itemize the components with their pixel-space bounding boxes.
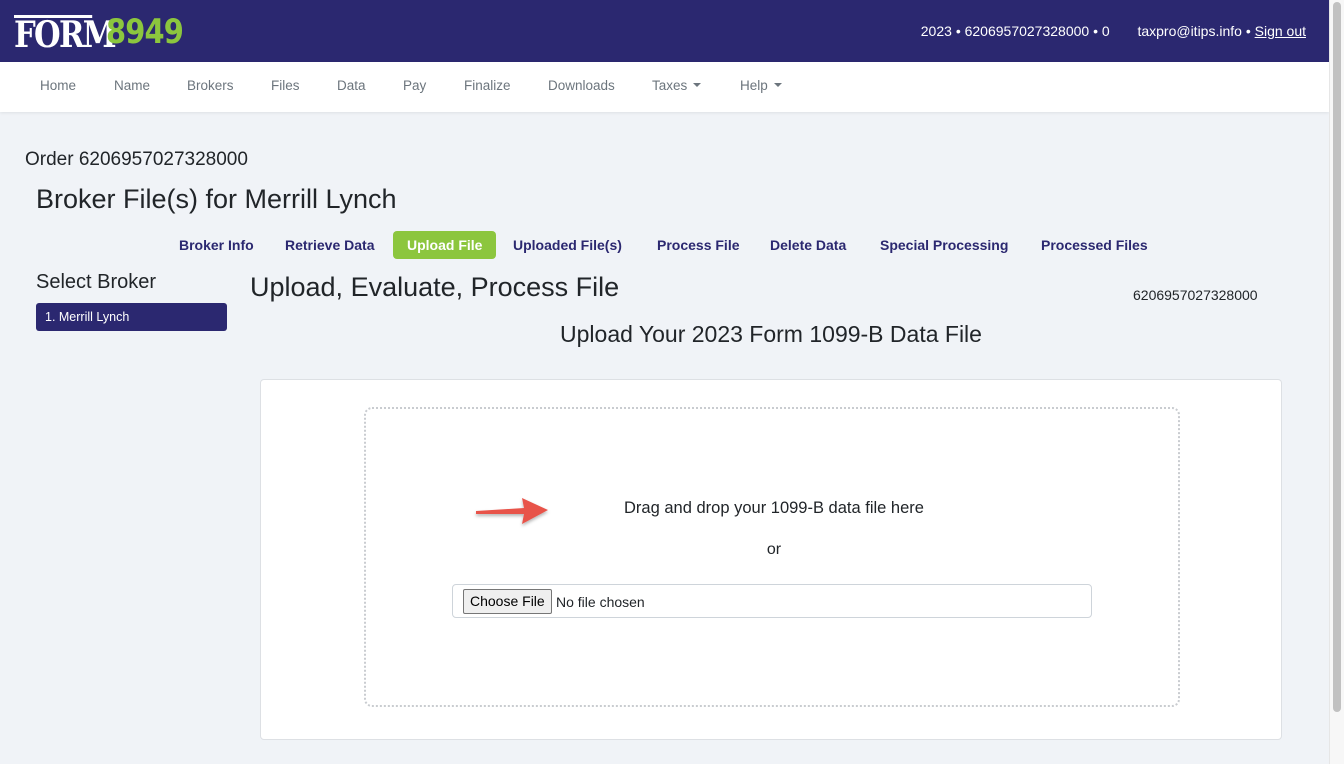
sign-out-link[interactable]: Sign out [1255,23,1306,39]
logo-word: FORM [14,14,117,56]
upload-heading: Upload Your 2023 Form 1099-B Data File [560,321,982,347]
nav-finalize[interactable]: Finalize [464,78,511,93]
nav-taxes-dropdown[interactable]: Taxes [652,78,702,93]
tab-uploaded-files[interactable]: Uploaded File(s) [499,231,636,259]
tab-process-file[interactable]: Process File [643,231,754,259]
nav-label: Name [114,78,151,93]
nav-label: Taxes [652,78,688,93]
separator: • [955,23,961,39]
nav-files[interactable]: Files [271,78,300,93]
tab-processed-files[interactable]: Processed Files [1027,231,1162,259]
upload-card: Drag and drop your 1099-B data file here… [260,379,1282,740]
nav-brokers[interactable]: Brokers [187,78,234,93]
nav-downloads[interactable]: Downloads [548,78,615,93]
nav-label: Home [40,78,77,93]
separator: • [1245,23,1251,39]
nav-pay[interactable]: Pay [403,78,426,93]
tax-year: 2023 [920,23,952,39]
nav-label: Pay [403,78,427,93]
choose-file-button[interactable]: Choose File [463,589,552,614]
account-info: 2023 • 6206957027328000 • 0 taxpro@itips… [921,23,1306,39]
caret-down-icon [773,83,782,87]
user-email: taxpro@itips.info [1137,23,1242,39]
file-input[interactable]: Choose File No file chosen [452,584,1092,618]
nav-label: Data [337,78,366,93]
form8949-logo[interactable]: FORM 8949 [14,12,197,56]
scrollbar-thumb[interactable] [1333,2,1341,712]
file-status: No file chosen [556,594,645,610]
header-order-id: 6206957027328000 [964,23,1090,39]
logo-number: 8949 [106,12,184,52]
top-header: FORM 8949 2023 • 6206957027328000 • 0 ta… [0,0,1329,62]
nav-label: Downloads [548,78,615,93]
nav-home[interactable]: Home [40,78,76,93]
file-dropzone[interactable]: Drag and drop your 1099-B data file here… [364,407,1180,707]
nav-label: Brokers [187,78,234,93]
caret-down-icon [693,83,702,87]
order-title: Order 6206957027328000 [25,149,248,170]
header-count: 0 [1101,23,1110,39]
page-title: Broker File(s) for Merrill Lynch [36,184,397,214]
tab-upload-file[interactable]: Upload File [393,231,497,259]
nav-label: Finalize [464,78,511,93]
section-title: Upload, Evaluate, Process File [250,272,620,302]
nav-label: Files [271,78,300,93]
vertical-scrollbar[interactable] [1329,0,1344,764]
nav-data[interactable]: Data [337,78,366,93]
select-broker-heading: Select Broker [36,271,157,293]
nav-label: Help [740,78,768,93]
tab-delete-data[interactable]: Delete Data [756,231,860,259]
tab-retrieve-data[interactable]: Retrieve Data [271,231,389,259]
separator: • [1093,23,1098,39]
tab-special-processing[interactable]: Special Processing [866,231,1022,259]
tab-broker-info[interactable]: Broker Info [165,231,268,259]
order-number: 6206957027328000 [1133,287,1258,303]
or-separator: or [766,541,782,558]
nav-help-dropdown[interactable]: Help [740,78,782,93]
drag-drop-instructions: Drag and drop your 1099-B data file here [624,499,924,517]
main-nav: Home Name Brokers Files Data Pay Finaliz… [0,62,1329,112]
nav-name[interactable]: Name [114,78,150,93]
